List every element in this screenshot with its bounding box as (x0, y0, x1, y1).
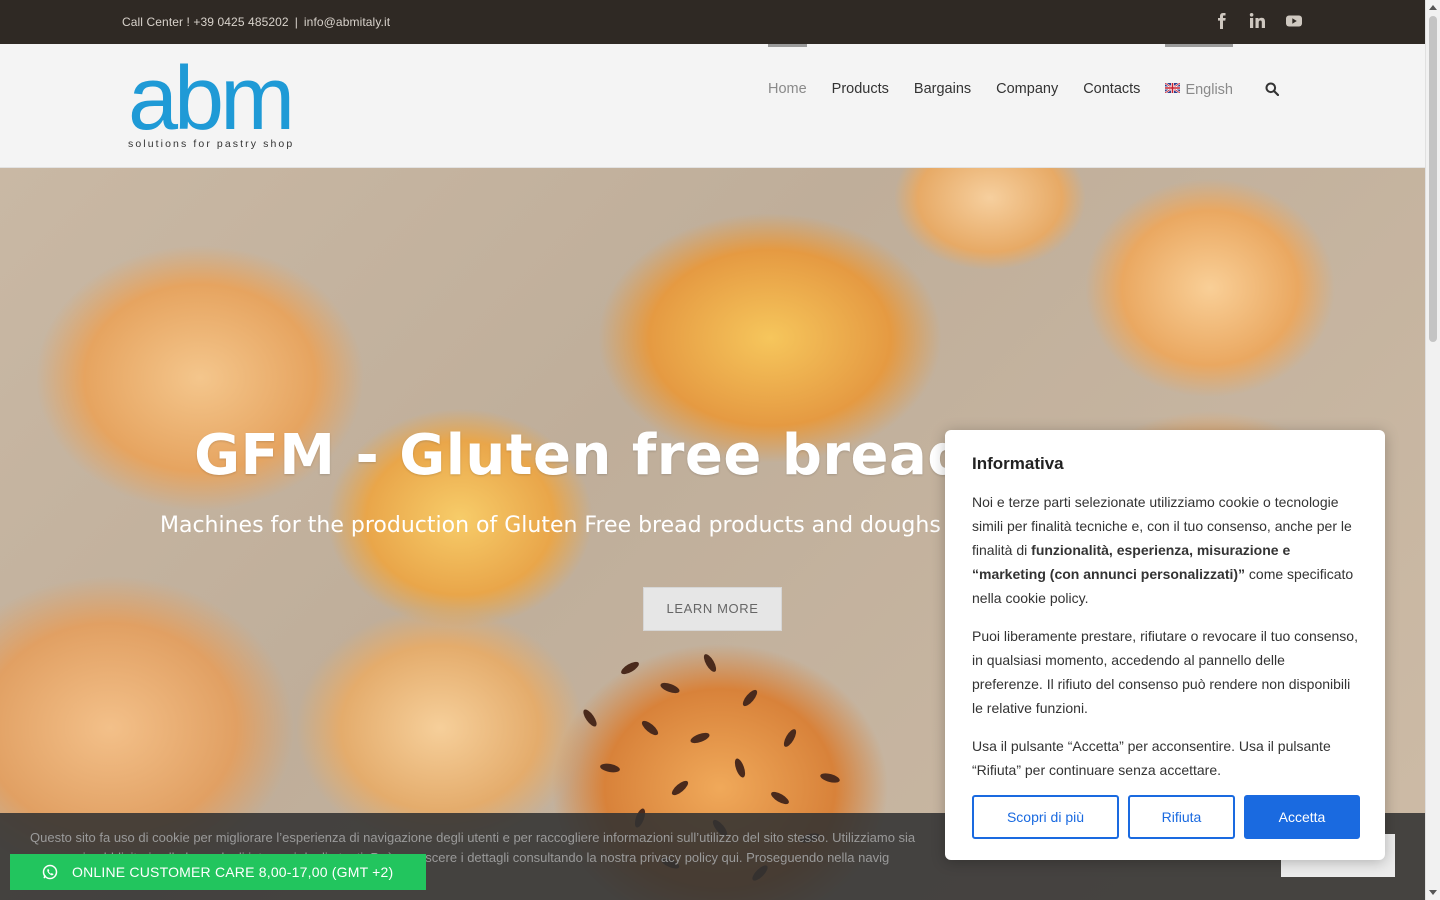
nav-company[interactable]: Company (996, 44, 1058, 134)
accept-button[interactable]: Accetta (1244, 795, 1360, 839)
scroll-up-arrow-icon[interactable] (1429, 5, 1437, 10)
learn-more-consent-button[interactable]: Scopri di più (972, 795, 1119, 839)
nav-language[interactable]: English (1164, 44, 1233, 134)
contact-separator: | (294, 15, 298, 29)
scroll-thumb[interactable] (1429, 16, 1437, 342)
nav-home[interactable]: Home (767, 44, 807, 134)
customer-care-button[interactable]: ONLINE CUSTOMER CARE 8,00-17,00 (GMT +2) (10, 854, 426, 890)
reject-button[interactable]: Rifiuta (1128, 795, 1235, 839)
contact-info: Call Center ! +39 0425 485202 | info@abmit… (122, 15, 390, 29)
nav-contacts[interactable]: Contacts (1083, 44, 1140, 134)
cookie-consent-dialog: Informativa Noi e terze parti selezionat… (945, 430, 1385, 860)
logo-wordmark: abm (128, 49, 295, 149)
consent-title: Informativa (972, 454, 1064, 473)
search-icon[interactable] (1265, 82, 1280, 97)
logo-tagline: solutions for pastry shop (128, 138, 295, 150)
nav-products[interactable]: Products (832, 44, 889, 134)
page-scrollbar[interactable] (1425, 0, 1440, 900)
learn-more-button[interactable]: LEARN MORE (643, 587, 782, 631)
customer-care-label: ONLINE CUSTOMER CARE 8,00-17,00 (GMT +2) (72, 864, 394, 880)
consent-paragraph-3: Usa il pulsante “Accetta” per acconsenti… (972, 738, 1331, 778)
facebook-icon[interactable] (1213, 12, 1231, 30)
uk-flag-icon (1164, 44, 1181, 94)
call-center-text: Call Center ! +39 0425 485202 (122, 15, 289, 29)
hero-subtitle: Machines for the production of Gluten Fr… (160, 513, 941, 538)
site-header: abm solutions for pastry shop Home Produ… (0, 44, 1425, 168)
language-label: English (1185, 82, 1233, 98)
main-nav: Home Products Bargains Company Contacts … (743, 44, 1280, 134)
cookie-notice-line-1: Questo sito fa uso di cookie per miglior… (30, 830, 916, 845)
scroll-down-arrow-icon[interactable] (1429, 890, 1437, 895)
social-links (1213, 12, 1303, 30)
whatsapp-icon (42, 864, 58, 880)
linkedin-icon[interactable] (1249, 12, 1267, 30)
youtube-icon[interactable] (1285, 12, 1303, 30)
consent-buttons: Scopri di più Rifiuta Accetta (972, 795, 1360, 839)
nav-bargains[interactable]: Bargains (914, 44, 971, 134)
abm-logo[interactable]: abm solutions for pastry shop (128, 49, 322, 154)
consent-paragraph-2: Puoi liberamente prestare, rifiutare o r… (972, 628, 1358, 716)
top-bar: Call Center ! +39 0425 485202 | info@abmit… (0, 0, 1425, 44)
email-link[interactable]: info@abmitaly.it (304, 15, 390, 29)
consent-paragraph-1: Noi e terze parti selezionate utilizziam… (972, 490, 1358, 610)
